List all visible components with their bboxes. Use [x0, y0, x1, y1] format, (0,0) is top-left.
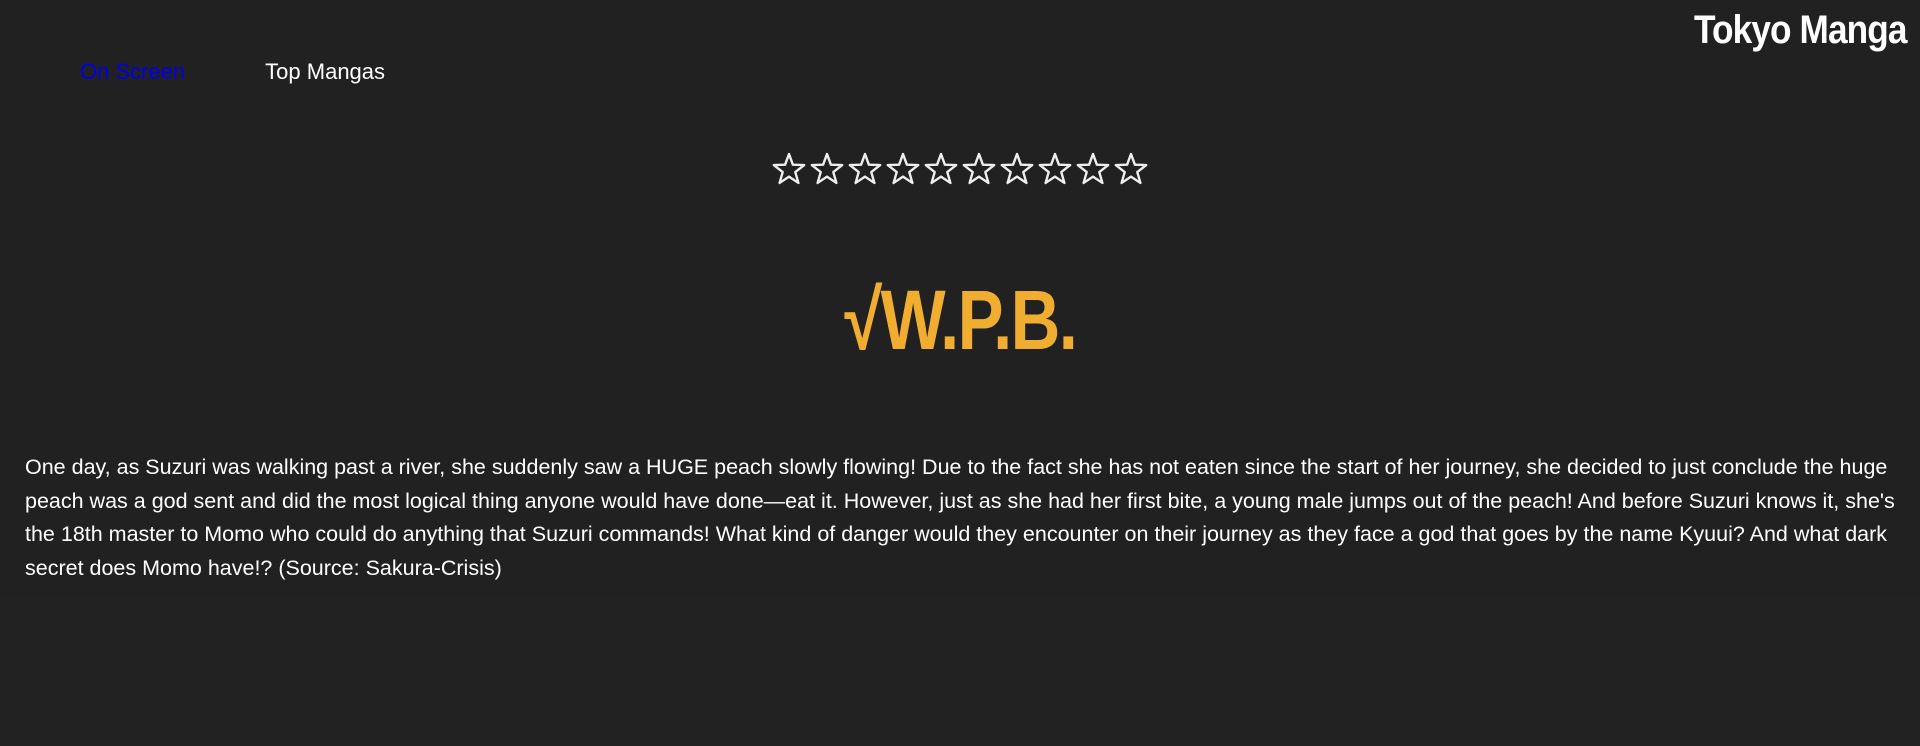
manga-title-text: √W.P.B. [844, 273, 1077, 367]
nav-link-on-screen[interactable]: On Screen [80, 54, 185, 90]
manga-synopsis: One day, as Suzuri was walking past a ri… [25, 455, 1895, 580]
star-outline-icon[interactable] [1112, 150, 1150, 188]
main-nav: On Screen Top Mangas [0, 54, 385, 90]
star-outline-icon[interactable] [960, 150, 998, 188]
manga-title: √W.P.B. [0, 270, 1920, 370]
star-outline-icon[interactable] [770, 150, 808, 188]
star-outline-icon[interactable] [1074, 150, 1112, 188]
star-outline-icon[interactable] [922, 150, 960, 188]
star-outline-icon[interactable] [808, 150, 846, 188]
star-outline-icon[interactable] [998, 150, 1036, 188]
page: Tokyo Manga On Screen Top Mangas √W.P.B.… [0, 0, 1920, 746]
star-outline-icon[interactable] [884, 150, 922, 188]
star-outline-icon[interactable] [846, 150, 884, 188]
content-area: Tokyo Manga On Screen Top Mangas √W.P.B.… [0, 0, 1920, 597]
star-rating [0, 150, 1920, 188]
star-outline-icon[interactable] [1036, 150, 1074, 188]
nav-link-top-mangas[interactable]: Top Mangas [265, 54, 385, 90]
site-title[interactable]: Tokyo Manga [1694, 2, 1908, 58]
